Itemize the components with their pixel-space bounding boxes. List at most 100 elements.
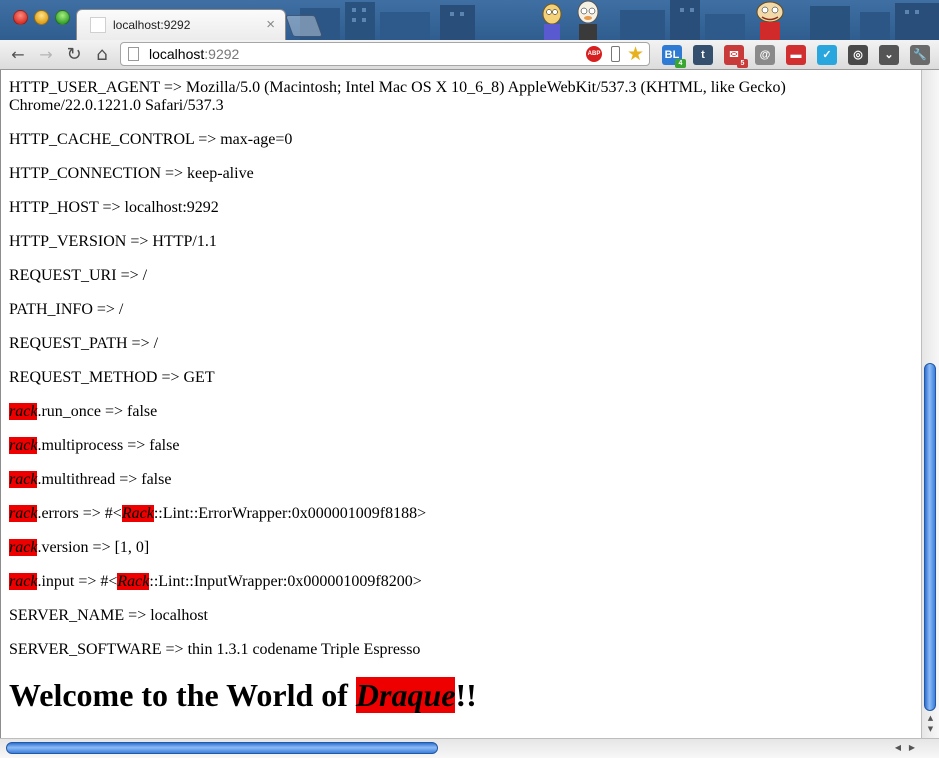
env-key: HTTP_VERSION — [9, 233, 127, 250]
bookmark-star-icon[interactable]: ★ — [627, 43, 644, 65]
env-arrow: => — [127, 335, 154, 352]
page-icon — [128, 47, 139, 61]
env-key: HTTP_USER_AGENT — [9, 79, 160, 96]
forward-button[interactable]: → — [35, 44, 57, 66]
zoom-window-button[interactable] — [55, 10, 70, 25]
extension-label: ▬ — [790, 49, 802, 61]
extension-label: ✓ — [822, 49, 832, 61]
env-arrow: => — [161, 165, 188, 182]
env-value: / — [153, 335, 159, 352]
env-value: keep-alive — [187, 165, 254, 182]
rack-tail: ::Lint::ErrorWrapper:0x000001009f8188> — [153, 505, 427, 522]
theme-character-icon — [542, 0, 599, 40]
env-arrow: => — [159, 79, 186, 96]
env-value: localhost:9292 — [124, 199, 219, 216]
reload-button[interactable]: ↻ — [63, 44, 85, 66]
env-arrow: => — [157, 369, 184, 386]
reader-icon[interactable]: @ — [755, 45, 775, 65]
minimize-window-button[interactable] — [34, 10, 49, 25]
rack-tail: ::Lint::InputWrapper:0x000001009f8200> — [149, 573, 422, 590]
env-row: HTTP_HOST => localhost:9292 — [9, 199, 909, 217]
rack-prefix-highlight: rack — [9, 403, 38, 420]
close-window-button[interactable] — [13, 10, 28, 25]
back-button[interactable]: ← — [7, 44, 29, 66]
extension-label: 🔧 — [913, 49, 927, 61]
horizontal-scroll-thumb[interactable] — [6, 742, 438, 754]
env-value: / — [142, 267, 148, 284]
env-row: PATH_INFO => / — [9, 301, 909, 319]
check-icon[interactable]: ✓ — [817, 45, 837, 65]
env-row: HTTP_CACHE_CONTROL => max-age=0 — [9, 131, 909, 149]
rack-suffix: .multiprocess => false — [37, 437, 180, 454]
env-row: HTTP_VERSION => HTTP/1.1 — [9, 233, 909, 251]
horizontal-scrollbar[interactable]: ◀ ▶ — [0, 738, 939, 758]
address-bar[interactable]: localhost:9292 ABP ★ — [120, 42, 650, 66]
env-value: thin 1.3.1 codename Triple Espresso — [187, 641, 421, 658]
scroll-up-arrow-icon[interactable]: ▲ — [922, 714, 939, 724]
chrome-icon[interactable]: ◎ — [848, 45, 868, 65]
scroll-right-arrow-icon[interactable]: ▶ — [906, 741, 918, 755]
extension-label: @ — [759, 49, 771, 61]
env-value: HTTP/1.1 — [152, 233, 217, 250]
extension-label: t — [701, 49, 705, 61]
env-key: REQUEST_PATH — [9, 335, 128, 352]
rack-env-row: rack.multiprocess => false — [9, 437, 909, 455]
pocket-icon[interactable]: ⌄ — [879, 45, 899, 65]
wrench-icon[interactable]: 🔧 — [910, 45, 930, 65]
page-viewport: HTTP_USER_AGENT => Mozilla/5.0 (Macintos… — [0, 70, 921, 738]
env-key: HTTP_CONNECTION — [9, 165, 161, 182]
env-arrow: => — [124, 607, 151, 624]
scroll-left-arrow-icon[interactable]: ◀ — [892, 741, 904, 755]
browser-toolbar: ← → ↻ ⌂ localhost:9292 ABP ★ BL 4 t ✉ 5 @ ▬ ✓ ◎ ⌄… — [0, 40, 939, 70]
rack-suffix: .multithread => false — [37, 471, 172, 488]
welcome-heading: Welcome to the World of Draque!! — [9, 677, 477, 713]
rack-prefix-highlight: rack — [9, 437, 38, 454]
mail-icon[interactable]: ✉ 5 — [724, 45, 748, 68]
env-row: REQUEST_URI => / — [9, 267, 909, 285]
rack-suffix: .version => [1, 0] — [37, 539, 150, 556]
rack-prefix-highlight: rack — [9, 505, 38, 522]
env-value: GET — [183, 369, 215, 386]
rack-suffix: .errors => #< — [37, 505, 122, 522]
env-row: HTTP_CONNECTION => keep-alive — [9, 165, 909, 183]
rack-prefix-highlight: rack — [9, 539, 38, 556]
tab-close-icon[interactable]: × — [266, 16, 275, 33]
tab-localhost[interactable]: localhost:9292 × — [76, 9, 286, 40]
rack-suffix: .run_once => false — [37, 403, 158, 420]
server-env-row: SERVER_SOFTWARE => thin 1.3.1 codename T… — [9, 641, 909, 659]
extension-label: ⌄ — [884, 49, 894, 61]
env-row: REQUEST_METHOD => GET — [9, 369, 909, 387]
env-key: SERVER_SOFTWARE — [9, 641, 162, 658]
adblock-icon[interactable]: ABP — [586, 46, 602, 62]
bl-extension-icon[interactable]: BL 4 — [662, 45, 686, 68]
rack-prefix-highlight: rack — [9, 471, 38, 488]
rack-suffix: .input => #< — [37, 573, 118, 590]
vertical-scrollbar[interactable]: ▲ ▼ — [921, 70, 939, 738]
extension-label: ◎ — [853, 49, 863, 61]
scroll-down-arrow-icon[interactable]: ▼ — [922, 725, 939, 735]
env-arrow: => — [126, 233, 153, 250]
env-arrow: => — [161, 641, 188, 658]
tumblr-icon[interactable]: t — [693, 45, 713, 65]
couch-icon[interactable]: ▬ — [786, 45, 806, 65]
env-key: PATH_INFO — [9, 301, 93, 318]
rack-env-row: rack.input => #<Rack::Lint::InputWrapper… — [9, 573, 909, 591]
phone-icon[interactable] — [611, 46, 620, 62]
env-key: REQUEST_METHOD — [9, 369, 158, 386]
extension-badge: 4 — [675, 59, 686, 68]
rack-env-row: rack.run_once => false — [9, 403, 909, 421]
env-value: localhost — [150, 607, 208, 624]
rack-env-row: rack.version => [1, 0] — [9, 539, 909, 557]
home-button[interactable]: ⌂ — [91, 44, 113, 66]
env-value: / — [118, 301, 124, 318]
env-value: max-age=0 — [220, 131, 293, 148]
welcome-highlight: Draque — [355, 677, 456, 713]
tab-title: localhost:9292 — [113, 18, 191, 32]
extension-badge: 5 — [737, 59, 748, 68]
server-env-row: SERVER_NAME => localhost — [9, 607, 909, 625]
env-row: REQUEST_PATH => / — [9, 335, 909, 353]
rack-prefix-highlight: rack — [9, 573, 38, 590]
address-url[interactable]: localhost:9292 — [149, 46, 239, 62]
rack-env-row: rack.errors => #<Rack::Lint::ErrorWrappe… — [9, 505, 909, 523]
vertical-scroll-thumb[interactable] — [924, 363, 936, 711]
